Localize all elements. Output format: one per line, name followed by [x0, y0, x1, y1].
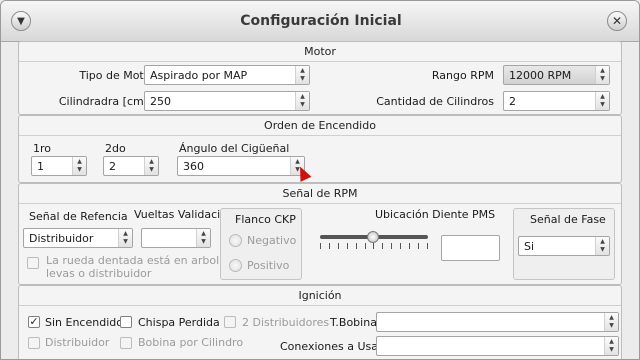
ignicion-section: Ignición ✓ Sin Encendido Chispa Perdida … — [18, 285, 622, 359]
chispa-perdida-label: Chispa Perdida — [138, 316, 220, 329]
updown-arrows-icon: ▲ ▼ — [118, 229, 132, 247]
positivo-radio[interactable] — [229, 259, 242, 272]
updown-arrows-icon: ▲ ▼ — [595, 92, 609, 110]
updown-arrows-icon: ▲ ▼ — [604, 313, 618, 331]
rango-rpm-value: 12000 RPM — [509, 69, 572, 82]
checkmark-icon: ✓ — [29, 315, 39, 328]
angulo-label: Ángulo del Cigüeñal — [179, 142, 290, 155]
updown-arrows-icon: ▲ ▼ — [595, 66, 609, 84]
primero-spinbox[interactable]: 1 ▲ ▼ — [31, 156, 87, 176]
cilindrada-spinbox[interactable]: 250 ▲ ▼ — [144, 91, 310, 111]
distribuidor-label: Distribuidor — [45, 336, 110, 349]
updown-arrows-icon: ▲ ▼ — [144, 157, 158, 175]
senal-ref-label: Señal de Refencia — [29, 210, 128, 223]
cantidad-cilindros-label: Cantidad de Cilindros — [376, 95, 494, 108]
rango-rpm-label: Rango RPM — [431, 69, 494, 82]
rango-rpm-select[interactable]: 12000 RPM ▲ ▼ — [503, 65, 610, 85]
segundo-spinbox[interactable]: 2 ▲ ▼ — [103, 156, 159, 176]
divider — [19, 135, 621, 136]
cantidad-cilindros-select[interactable]: 2 ▲ ▼ — [503, 91, 610, 111]
chispa-perdida-checkbox[interactable] — [120, 316, 132, 328]
cilindrada-label: Cilindradra [cm3] — [58, 95, 155, 108]
cilindrada-value: 250 — [150, 95, 171, 108]
dos-distribuidores-checkbox[interactable] — [224, 316, 236, 328]
orden-section: Orden de Encendido 1ro 1 ▲ ▼ 2do 2 ▲ ▼ Áng… — [18, 115, 622, 183]
primero-value: 1 — [37, 160, 44, 173]
flanco-label: Flanco CKP — [235, 213, 296, 226]
flanco-ckp-group: Flanco CKP Negativo Positivo — [220, 208, 302, 280]
dos-distribuidores-label: 2 Distribuidores — [242, 316, 330, 329]
tipo-motor-select[interactable]: Aspirado por MAP ▲ ▼ — [144, 65, 310, 85]
senal-ref-value: Distribuidor — [29, 232, 94, 245]
window-title: Configuración Inicial — [240, 13, 402, 29]
distribuidor-checkbox[interactable] — [28, 337, 40, 349]
negativo-radio[interactable] — [229, 234, 242, 247]
fase-value: Si — [524, 240, 535, 253]
updown-arrows-icon: ▲ ▼ — [604, 337, 618, 355]
motor-section: Motor Tipo de Motor Aspirado por MAP ▲ ▼ … — [18, 41, 622, 115]
rueda-text-line2: levas o distribuidor — [46, 267, 152, 280]
rueda-text-line1: La rueda dentada está en arbol de — [46, 254, 237, 267]
rueda-checkbox[interactable] — [27, 257, 39, 269]
close-icon: ✕ — [611, 14, 623, 28]
slider-ticks — [320, 243, 428, 249]
bobina-cilindro-checkbox[interactable] — [120, 337, 132, 349]
conexiones-select[interactable]: ▲ ▼ — [376, 336, 619, 356]
negativo-label: Negativo — [247, 234, 297, 247]
tipo-motor-value: Aspirado por MAP — [150, 69, 248, 82]
divider — [19, 305, 621, 306]
pms-slider-thumb[interactable] — [367, 231, 379, 243]
close-button[interactable]: ✕ — [607, 11, 627, 31]
rpm-section: Señal de RPM Señal de Refencia Distribui… — [18, 183, 622, 285]
divider — [19, 203, 621, 204]
ignicion-title: Ignición — [298, 289, 342, 302]
angulo-value: 360 — [183, 160, 204, 173]
sin-encendido-checkbox[interactable]: ✓ — [28, 316, 40, 328]
mouse-pointer-icon — [294, 164, 312, 182]
config-window: ▼ Configuración Inicial ✕ Motor Tipo de … — [0, 0, 640, 360]
conexiones-label: Conexiones a Usar — [280, 340, 383, 353]
updown-arrows-icon: ▲ ▼ — [295, 92, 309, 110]
title-bar: ▼ Configuración Inicial ✕ — [1, 1, 639, 42]
updown-arrows-icon: ▲ ▼ — [72, 157, 86, 175]
updown-arrows-icon: ▲ ▼ — [595, 237, 609, 255]
tbobina-label: T.Bobina — [330, 316, 377, 329]
updown-arrows-icon: ▲ ▼ — [295, 66, 309, 84]
angulo-spinbox[interactable]: 360 ▲ ▼ — [177, 156, 305, 176]
ubicacion-input[interactable] — [441, 235, 500, 261]
primero-label: 1ro — [33, 142, 52, 155]
senal-fase-group: Señal de Fase Si ▲ ▼ — [513, 208, 615, 280]
vueltas-label: Vueltas Validación — [134, 208, 234, 221]
positivo-label: Positivo — [247, 259, 290, 272]
segundo-label: 2do — [105, 142, 126, 155]
divider — [19, 61, 621, 62]
tipo-motor-label: Tipo de Motor — [79, 69, 155, 82]
updown-arrows-icon: ▲ ▼ — [196, 229, 210, 247]
ubicacion-label: Ubicación Diente PMS — [375, 208, 496, 221]
motor-title: Motor — [304, 45, 336, 58]
fase-label: Señal de Fase — [530, 213, 606, 226]
rpm-title: Señal de RPM — [282, 187, 358, 200]
vueltas-spinbox[interactable]: ▲ ▼ — [141, 228, 211, 248]
segundo-value: 2 — [109, 160, 116, 173]
tbobina-select[interactable]: ▲ ▼ — [376, 312, 619, 332]
orden-title: Orden de Encendido — [264, 119, 376, 132]
fase-select[interactable]: Si ▲ ▼ — [518, 236, 610, 256]
senal-ref-select[interactable]: Distribuidor ▲ ▼ — [23, 228, 133, 248]
bobina-cilindro-label: Bobina por Cilindro — [138, 336, 244, 349]
cantidad-cilindros-value: 2 — [509, 95, 516, 108]
sin-encendido-label: Sin Encendido — [45, 316, 123, 329]
